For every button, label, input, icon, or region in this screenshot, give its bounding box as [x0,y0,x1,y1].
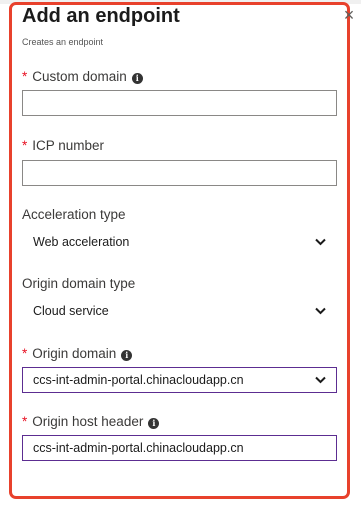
chevron-down-icon [315,238,326,246]
origin-host-header-label: * Origin host header i [22,413,160,431]
chevron-down-icon [315,376,326,384]
custom-domain-label: * Custom domain i [22,68,143,86]
acceleration-type-value: Web acceleration [33,235,130,249]
origin-host-header-label-text: Origin host header [32,414,144,429]
custom-domain-input[interactable] [22,90,337,116]
icp-number-label: * ICP number [22,137,104,155]
required-asterisk: * [22,346,28,361]
panel-subtitle: Creates an endpoint [22,37,104,47]
origin-domain-type-label: Origin domain type [22,276,136,291]
required-asterisk: * [22,414,28,429]
origin-domain-type-select[interactable]: Cloud service [22,298,337,324]
origin-domain-value: ccs-int-admin-portal.chinacloudapp.cn [33,373,244,387]
origin-domain-select[interactable]: ccs-int-admin-portal.chinacloudapp.cn [22,367,337,393]
panel-title: Add an endpoint [22,5,180,27]
acceleration-type-label: Acceleration type [22,207,126,222]
close-icon[interactable]: × [339,4,359,26]
info-icon[interactable]: i [131,73,143,84]
origin-domain-type-value: Cloud service [33,304,109,318]
info-icon[interactable]: i [148,418,160,429]
origin-domain-label: * Origin domain i [22,345,133,363]
info-icon[interactable]: i [121,350,133,361]
custom-domain-label-text: Custom domain [32,69,127,84]
required-asterisk: * [22,69,28,84]
acceleration-type-select[interactable]: Web acceleration [22,229,337,255]
icp-number-label-text: ICP number [32,138,105,153]
required-asterisk: * [22,138,28,153]
origin-host-header-input[interactable]: ccs-int-admin-portal.chinacloudapp.cn [22,435,337,461]
icp-number-input[interactable] [22,160,337,186]
chevron-down-icon [315,307,326,315]
origin-domain-label-text: Origin domain [32,346,117,361]
